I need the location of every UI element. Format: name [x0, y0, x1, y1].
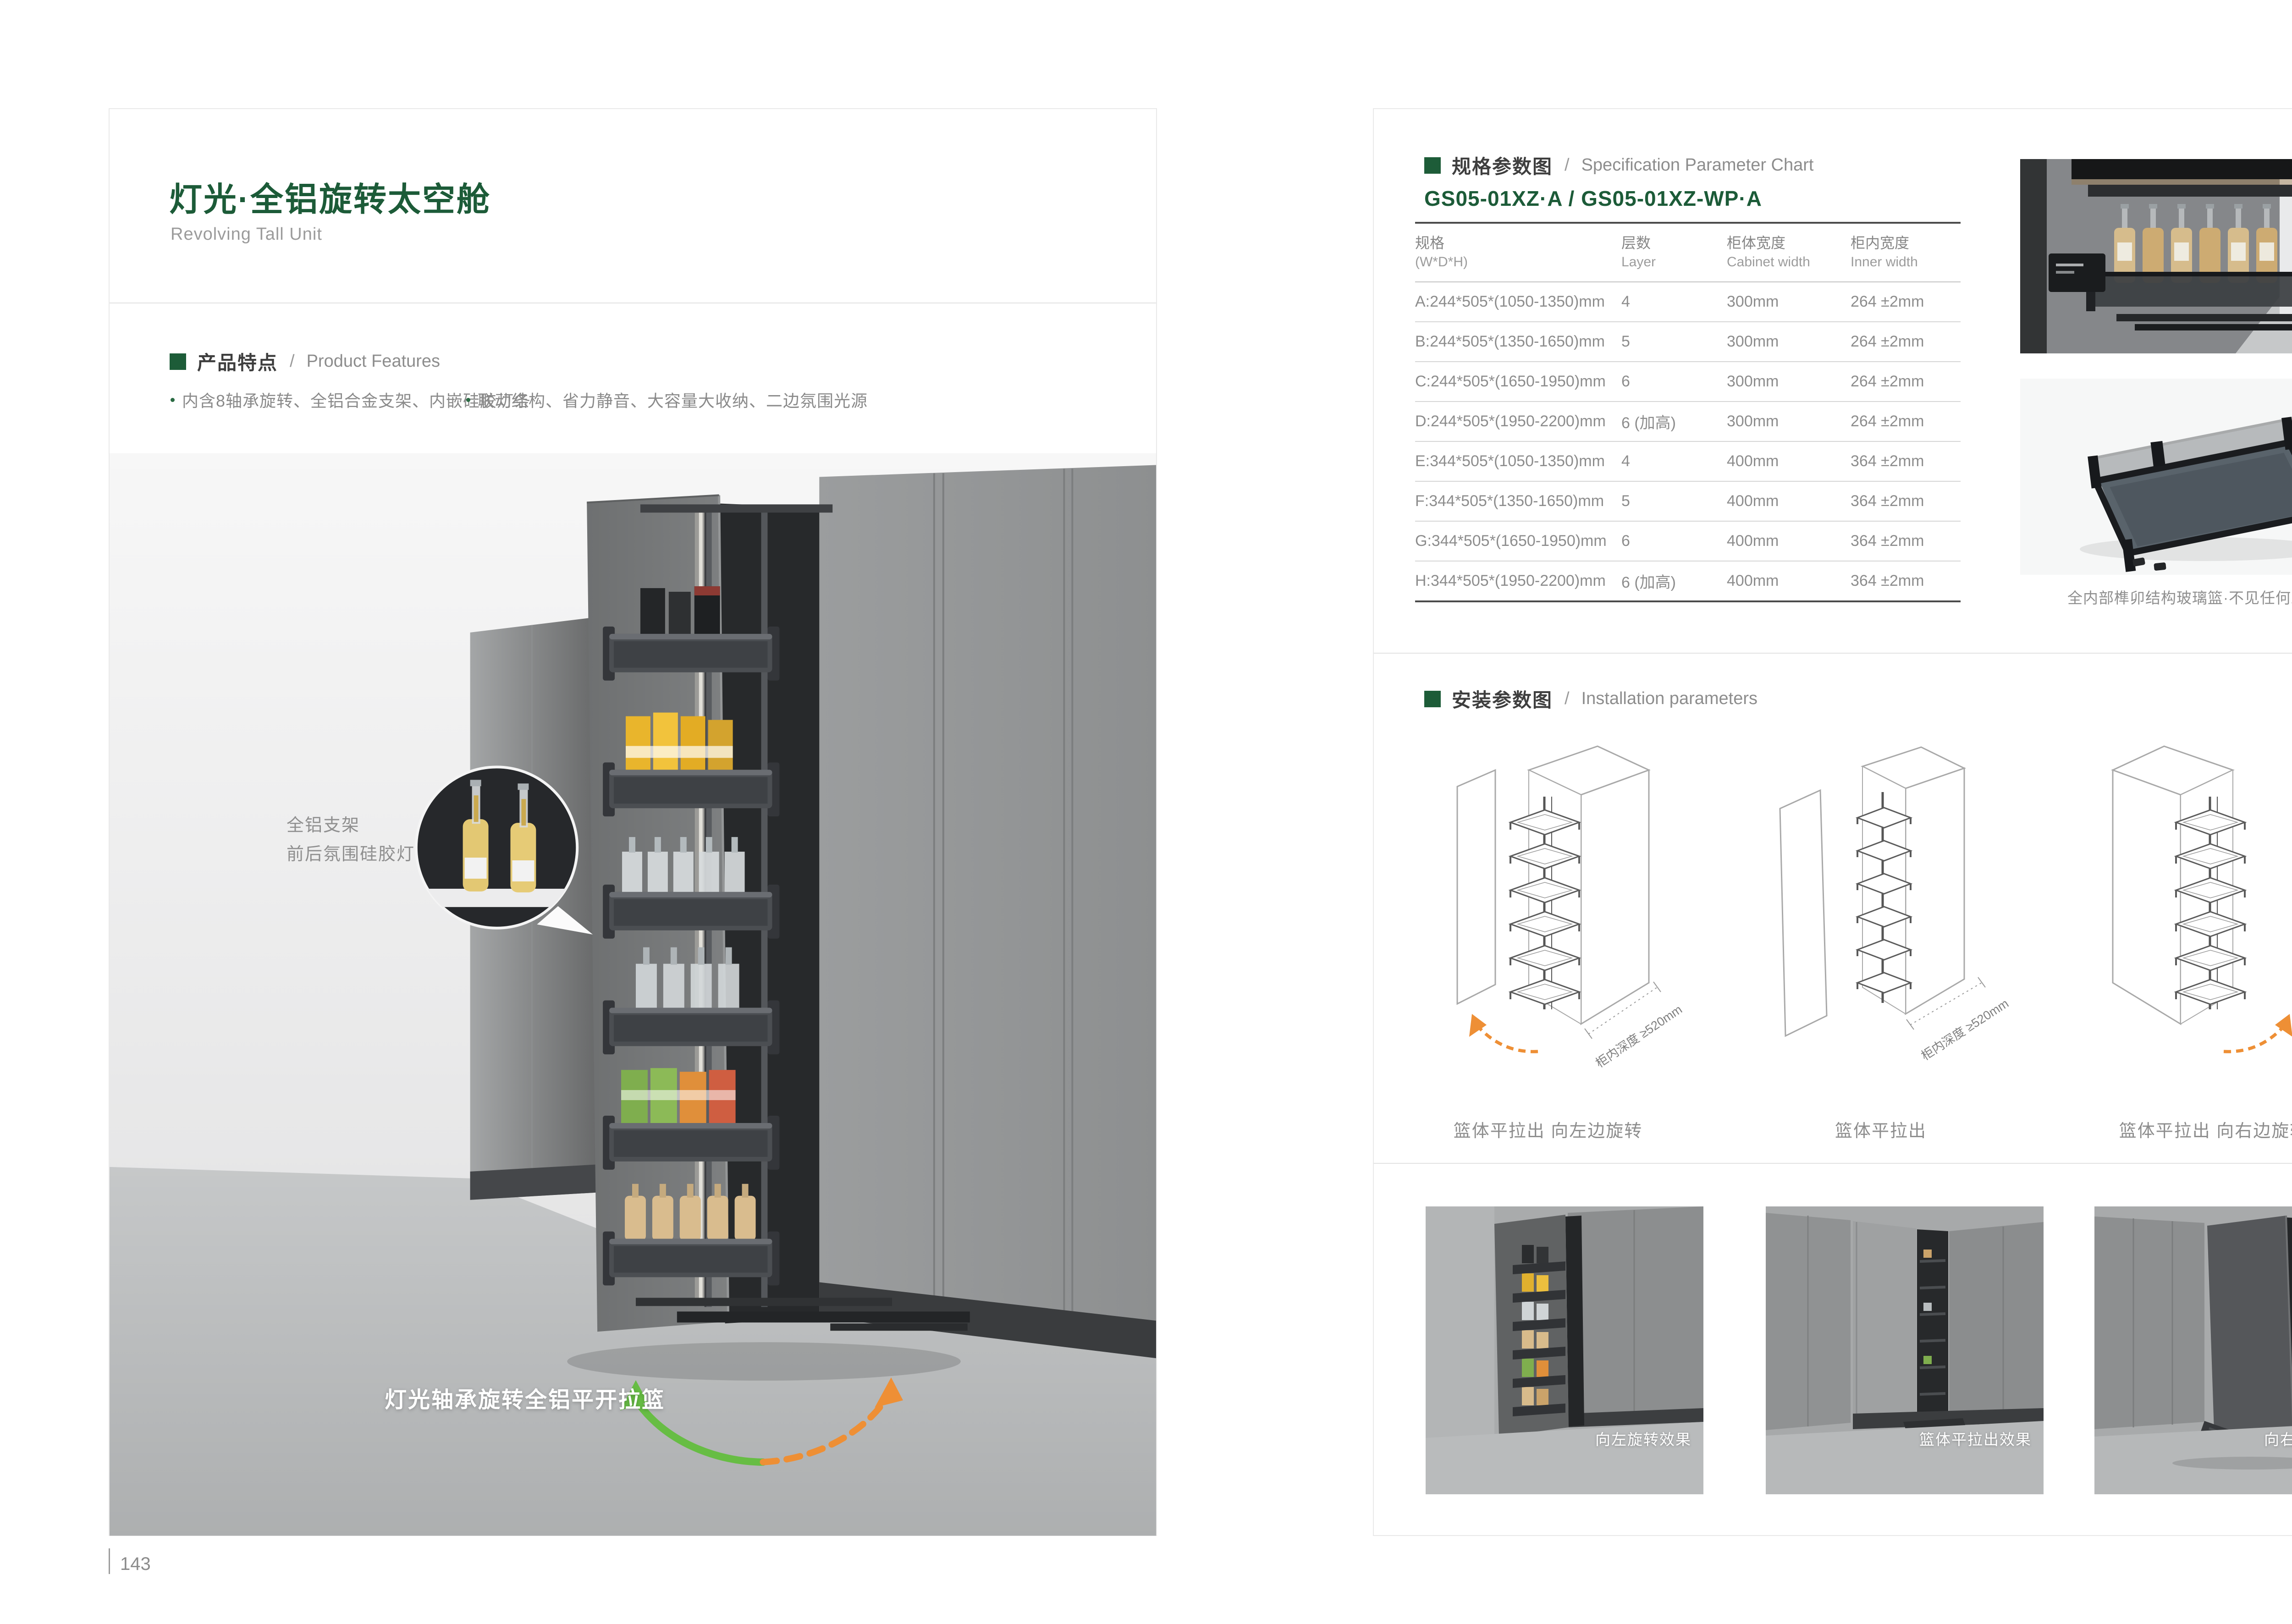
col-header: 规格(W*D*H)	[1415, 233, 1621, 272]
dim-label: 柜内深度 ≥520mm	[1593, 1002, 1685, 1070]
table-row: C:244*505*(1650-1950)mm6300mm264 ±2mm	[1415, 362, 1961, 402]
effect-photo-caption: 篮体平拉出效果	[1919, 1427, 2032, 1449]
install-diagram-right-drawing	[2058, 728, 2292, 1095]
col-header: 柜内宽度Inner width	[1851, 233, 1961, 272]
spec-photo-caption: 全内部榫卯结构玻璃篮·不见任何螺丝	[2020, 586, 2292, 608]
right-page: 规格参数图 / Specification Parameter Chart GS…	[1373, 108, 2292, 1536]
heading-separator: /	[290, 352, 295, 371]
callout-label: 全铝支架 前后氛围硅胶灯	[286, 811, 415, 869]
install-diagram-right	[2058, 728, 2292, 1095]
heading-separator: /	[1565, 689, 1570, 709]
bullet-dot-icon	[466, 398, 470, 402]
diagram-caption: 篮体平拉出 向右边旋转	[2058, 1117, 2292, 1142]
spec-photo-pullout-illustration	[2020, 159, 2292, 353]
left-page: 灯光·全铝旋转太空舱 Revolving Tall Unit 产品特点 / Pr…	[109, 108, 1157, 1536]
effect-photo-left-illustration	[1426, 1206, 1703, 1494]
pullout-label: 灯光轴承旋转全铝平开拉篮	[385, 1382, 665, 1414]
page-subtitle: Revolving Tall Unit	[171, 225, 322, 244]
features-heading-en: Product Features	[307, 352, 440, 371]
page-number-left: 143	[120, 1554, 151, 1574]
model-number: GS05-01XZ·A / GS05-01XZ-WP·A	[1424, 186, 1762, 211]
diagram-caption: 篮体平拉出 向左边旋转	[1392, 1117, 1704, 1142]
page-title: 灯光·全铝旋转太空舱	[169, 172, 491, 220]
spec-photo-basket-illustration	[2020, 379, 2292, 575]
spec-table-body: A:244*505*(1050-1350)mm4300mm264 ±2mm B:…	[1415, 282, 1961, 602]
diagram-caption: 篮体平拉出	[1725, 1117, 2037, 1142]
install-diagram-middle: 柜内深度 ≥520mm	[1725, 728, 2037, 1095]
bullet-dot-icon	[171, 398, 175, 402]
install-diagram-left-drawing: 柜内深度 ≥520mm	[1392, 728, 1704, 1095]
spec-table: 规格(W*D*H) 层数Layer 柜体宽度Cabinet width 柜内宽度…	[1415, 222, 1961, 602]
spec-section-header: 规格参数图 / Specification Parameter Chart	[1424, 151, 1813, 179]
install-section-header: 安装参数图 / Installation parameters	[1424, 685, 1758, 713]
features-section-header: 产品特点 / Product Features	[170, 347, 440, 375]
table-row: F:344*505*(1350-1650)mm5400mm364 ±2mm	[1415, 482, 1961, 522]
effect-photo-caption: 向右旋转效果	[2264, 1427, 2292, 1449]
divider	[1374, 1163, 2292, 1164]
spec-table-header: 规格(W*D*H) 层数Layer 柜体宽度Cabinet width 柜内宽度…	[1415, 222, 1961, 282]
callout-line1: 全铝支架	[286, 811, 415, 840]
dim-label: 柜内深度 ≥520mm	[1919, 996, 2011, 1063]
col-header: 柜体宽度Cabinet width	[1727, 233, 1851, 272]
install-heading-en: Installation parameters	[1581, 689, 1758, 709]
effect-photo-right-illustration	[2094, 1206, 2292, 1494]
spec-photo-pullout	[2020, 159, 2292, 353]
effect-photo-pullout: 篮体平拉出效果	[1766, 1206, 2044, 1494]
table-row: E:344*505*(1050-1350)mm4400mm364 ±2mm	[1415, 442, 1961, 482]
effect-photo-rotate-right: 向右旋转效果	[2094, 1206, 2292, 1494]
effect-photo-rotate-left: 向左旋转效果	[1426, 1206, 1703, 1494]
table-row: B:244*505*(1350-1650)mm5300mm264 ±2mm	[1415, 322, 1961, 362]
effect-photo-middle-illustration	[1766, 1206, 2044, 1494]
spec-photo-basket	[2020, 379, 2292, 575]
feature-bullet: 联动结构、省力静音、大容量大收纳、二边氛围光源	[466, 388, 868, 412]
spec-heading-en: Specification Parameter Chart	[1581, 155, 1814, 175]
catalog-spread: { "colors": { "brand_green": "#1d5c38", …	[0, 0, 2292, 1624]
install-heading-zh: 安装参数图	[1452, 685, 1553, 713]
heading-separator: /	[1565, 155, 1570, 175]
install-diagram-left: 柜内深度 ≥520mm	[1392, 728, 1704, 1095]
install-diagram-middle-drawing: 柜内深度 ≥520mm	[1725, 728, 2037, 1095]
table-row: H:344*505*(1950-2200)mm6 (加高)400mm364 ±2…	[1415, 562, 1961, 600]
green-square-icon	[1424, 691, 1441, 707]
spec-heading-zh: 规格参数图	[1452, 151, 1553, 179]
green-square-icon	[170, 353, 186, 370]
table-row: A:244*505*(1050-1350)mm4300mm264 ±2mm	[1415, 282, 1961, 322]
green-square-icon	[1424, 157, 1441, 174]
footer-rule-left	[109, 1548, 110, 1574]
effect-photo-caption: 向左旋转效果	[1595, 1427, 1691, 1449]
hero-photo: 全铝支架 前后氛围硅胶灯 灯光轴承旋转全铝平开拉篮	[110, 453, 1156, 1536]
col-header: 层数Layer	[1621, 233, 1727, 272]
table-row: D:244*505*(1950-2200)mm6 (加高)300mm264 ±2…	[1415, 402, 1961, 442]
features-heading-zh: 产品特点	[197, 347, 278, 375]
callout-line2: 前后氛围硅胶灯	[286, 840, 415, 869]
feature-text: 联动结构、省力静音、大容量大收纳、二边氛围光源	[478, 388, 868, 412]
divider	[1374, 653, 2292, 654]
table-row: G:344*505*(1650-1950)mm6400mm364 ±2mm	[1415, 522, 1961, 562]
hero-photo-illustration	[110, 453, 1156, 1536]
